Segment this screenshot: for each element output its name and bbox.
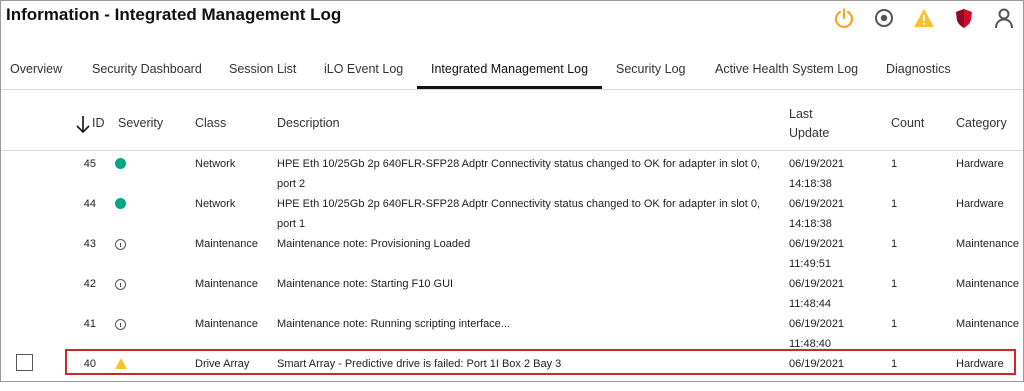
- warning-icon[interactable]: [911, 5, 937, 31]
- tab-ilo-event-log[interactable]: iLO Event Log: [324, 62, 403, 88]
- row-category: Hardware: [956, 198, 1004, 210]
- row-count: 1: [891, 158, 898, 170]
- row-date: 06/19/2021: [789, 158, 845, 170]
- column-header-description[interactable]: Description: [277, 114, 340, 133]
- row-date: 06/19/2021: [789, 278, 845, 290]
- severity-ok-icon: [115, 158, 126, 169]
- row-class: Maintenance: [195, 318, 258, 330]
- row-id: 42: [83, 278, 96, 290]
- column-header-id[interactable]: ID: [92, 114, 105, 133]
- page-title: Information - Integrated Management Log: [6, 5, 342, 24]
- row-category: Maintenance: [956, 238, 1019, 250]
- row-id: 45: [83, 158, 96, 170]
- row-description: Maintenance note: Starting F10 GUI: [277, 278, 454, 290]
- row-id: 43: [83, 238, 96, 250]
- row-description-line1: HPE Eth 10/25Gb 2p 640FLR-SFP28 Adptr Co…: [277, 198, 761, 210]
- tab-diagnostics[interactable]: Diagnostics: [886, 62, 951, 88]
- row-count: 1: [891, 318, 898, 330]
- tab-overview[interactable]: Overview: [10, 62, 62, 88]
- table-row[interactable]: 45 Network HPE Eth 10/25Gb 2p 640FLR-SFP…: [1, 151, 1023, 191]
- row-date: 06/19/2021: [789, 198, 845, 210]
- row-category: Maintenance: [956, 278, 1019, 290]
- row-class: Network: [195, 198, 236, 210]
- security-shield-icon[interactable]: [951, 5, 977, 31]
- row-description: HPE Eth 10/25Gb 2p 640FLR-SFP28 Adptr Co…: [277, 194, 775, 234]
- tab-integrated-management-log[interactable]: Integrated Management Log: [416, 62, 603, 89]
- user-icon[interactable]: [991, 5, 1017, 31]
- row-class: Maintenance: [195, 238, 258, 250]
- row-date: 06/19/2021: [789, 318, 845, 330]
- column-header-category[interactable]: Category: [956, 114, 1007, 133]
- tab-active-health-system-log[interactable]: Active Health System Log: [715, 62, 858, 88]
- tab-session-list[interactable]: Session List: [229, 62, 296, 88]
- row-id: 44: [83, 198, 96, 210]
- tab-security-log[interactable]: Security Log: [616, 62, 685, 88]
- column-header-class[interactable]: Class: [195, 114, 226, 133]
- row-description: Maintenance note: Running scripting inte…: [277, 318, 510, 330]
- severity-info-icon: [115, 318, 126, 330]
- row-category: Maintenance: [956, 318, 1019, 330]
- table-row[interactable]: 42 Maintenance Maintenance note: Startin…: [1, 271, 1023, 311]
- header-toolbar: [831, 5, 1017, 31]
- row-description: HPE Eth 10/25Gb 2p 640FLR-SFP28 Adptr Co…: [277, 154, 775, 194]
- column-header-severity[interactable]: Severity: [118, 114, 163, 133]
- column-header-last-update[interactable]: Last Update: [789, 105, 829, 143]
- severity-info-icon: [115, 238, 126, 250]
- row-last-update: 06/19/2021 14:18:38: [789, 154, 859, 194]
- tab-security-dashboard[interactable]: Security Dashboard: [92, 62, 202, 88]
- row-count: 1: [891, 278, 898, 290]
- locate-icon[interactable]: [871, 5, 897, 31]
- power-icon[interactable]: [831, 5, 857, 31]
- row-category: Hardware: [956, 158, 1004, 170]
- sort-arrow-icon[interactable]: [75, 114, 91, 140]
- row-last-update: 06/19/2021 11:48:44: [789, 274, 859, 314]
- row-count: 1: [891, 198, 898, 210]
- tab-bar: Overview Security Dashboard Session List…: [1, 59, 1023, 90]
- table-row[interactable]: 43 Maintenance Maintenance note: Provisi…: [1, 231, 1023, 271]
- row-description-line1: HPE Eth 10/25Gb 2p 640FLR-SFP28 Adptr Co…: [277, 158, 761, 170]
- column-header-last-update-line1: Last: [789, 107, 813, 121]
- row-description: Maintenance note: Provisioning Loaded: [277, 238, 471, 250]
- column-header-count[interactable]: Count: [891, 114, 924, 133]
- severity-ok-icon: [115, 198, 126, 209]
- row-last-update: 06/19/2021 14:18:38: [789, 194, 859, 234]
- row-class: Network: [195, 158, 236, 170]
- table-row[interactable]: 41 Maintenance Maintenance note: Running…: [1, 311, 1023, 351]
- column-header-last-update-line2: Update: [789, 126, 830, 140]
- row-date: 06/19/2021: [789, 238, 845, 250]
- row-class: Maintenance: [195, 278, 258, 290]
- row-id: 41: [83, 318, 96, 330]
- row-last-update: 06/19/2021 11:49:51: [789, 234, 859, 274]
- table-row[interactable]: 44 Network HPE Eth 10/25Gb 2p 640FLR-SFP…: [1, 191, 1023, 231]
- row-count: 1: [891, 238, 898, 250]
- row-highlight-box: [65, 349, 1016, 375]
- severity-info-icon: [115, 278, 126, 290]
- row-last-update: 06/19/2021 11:48:40: [789, 314, 859, 354]
